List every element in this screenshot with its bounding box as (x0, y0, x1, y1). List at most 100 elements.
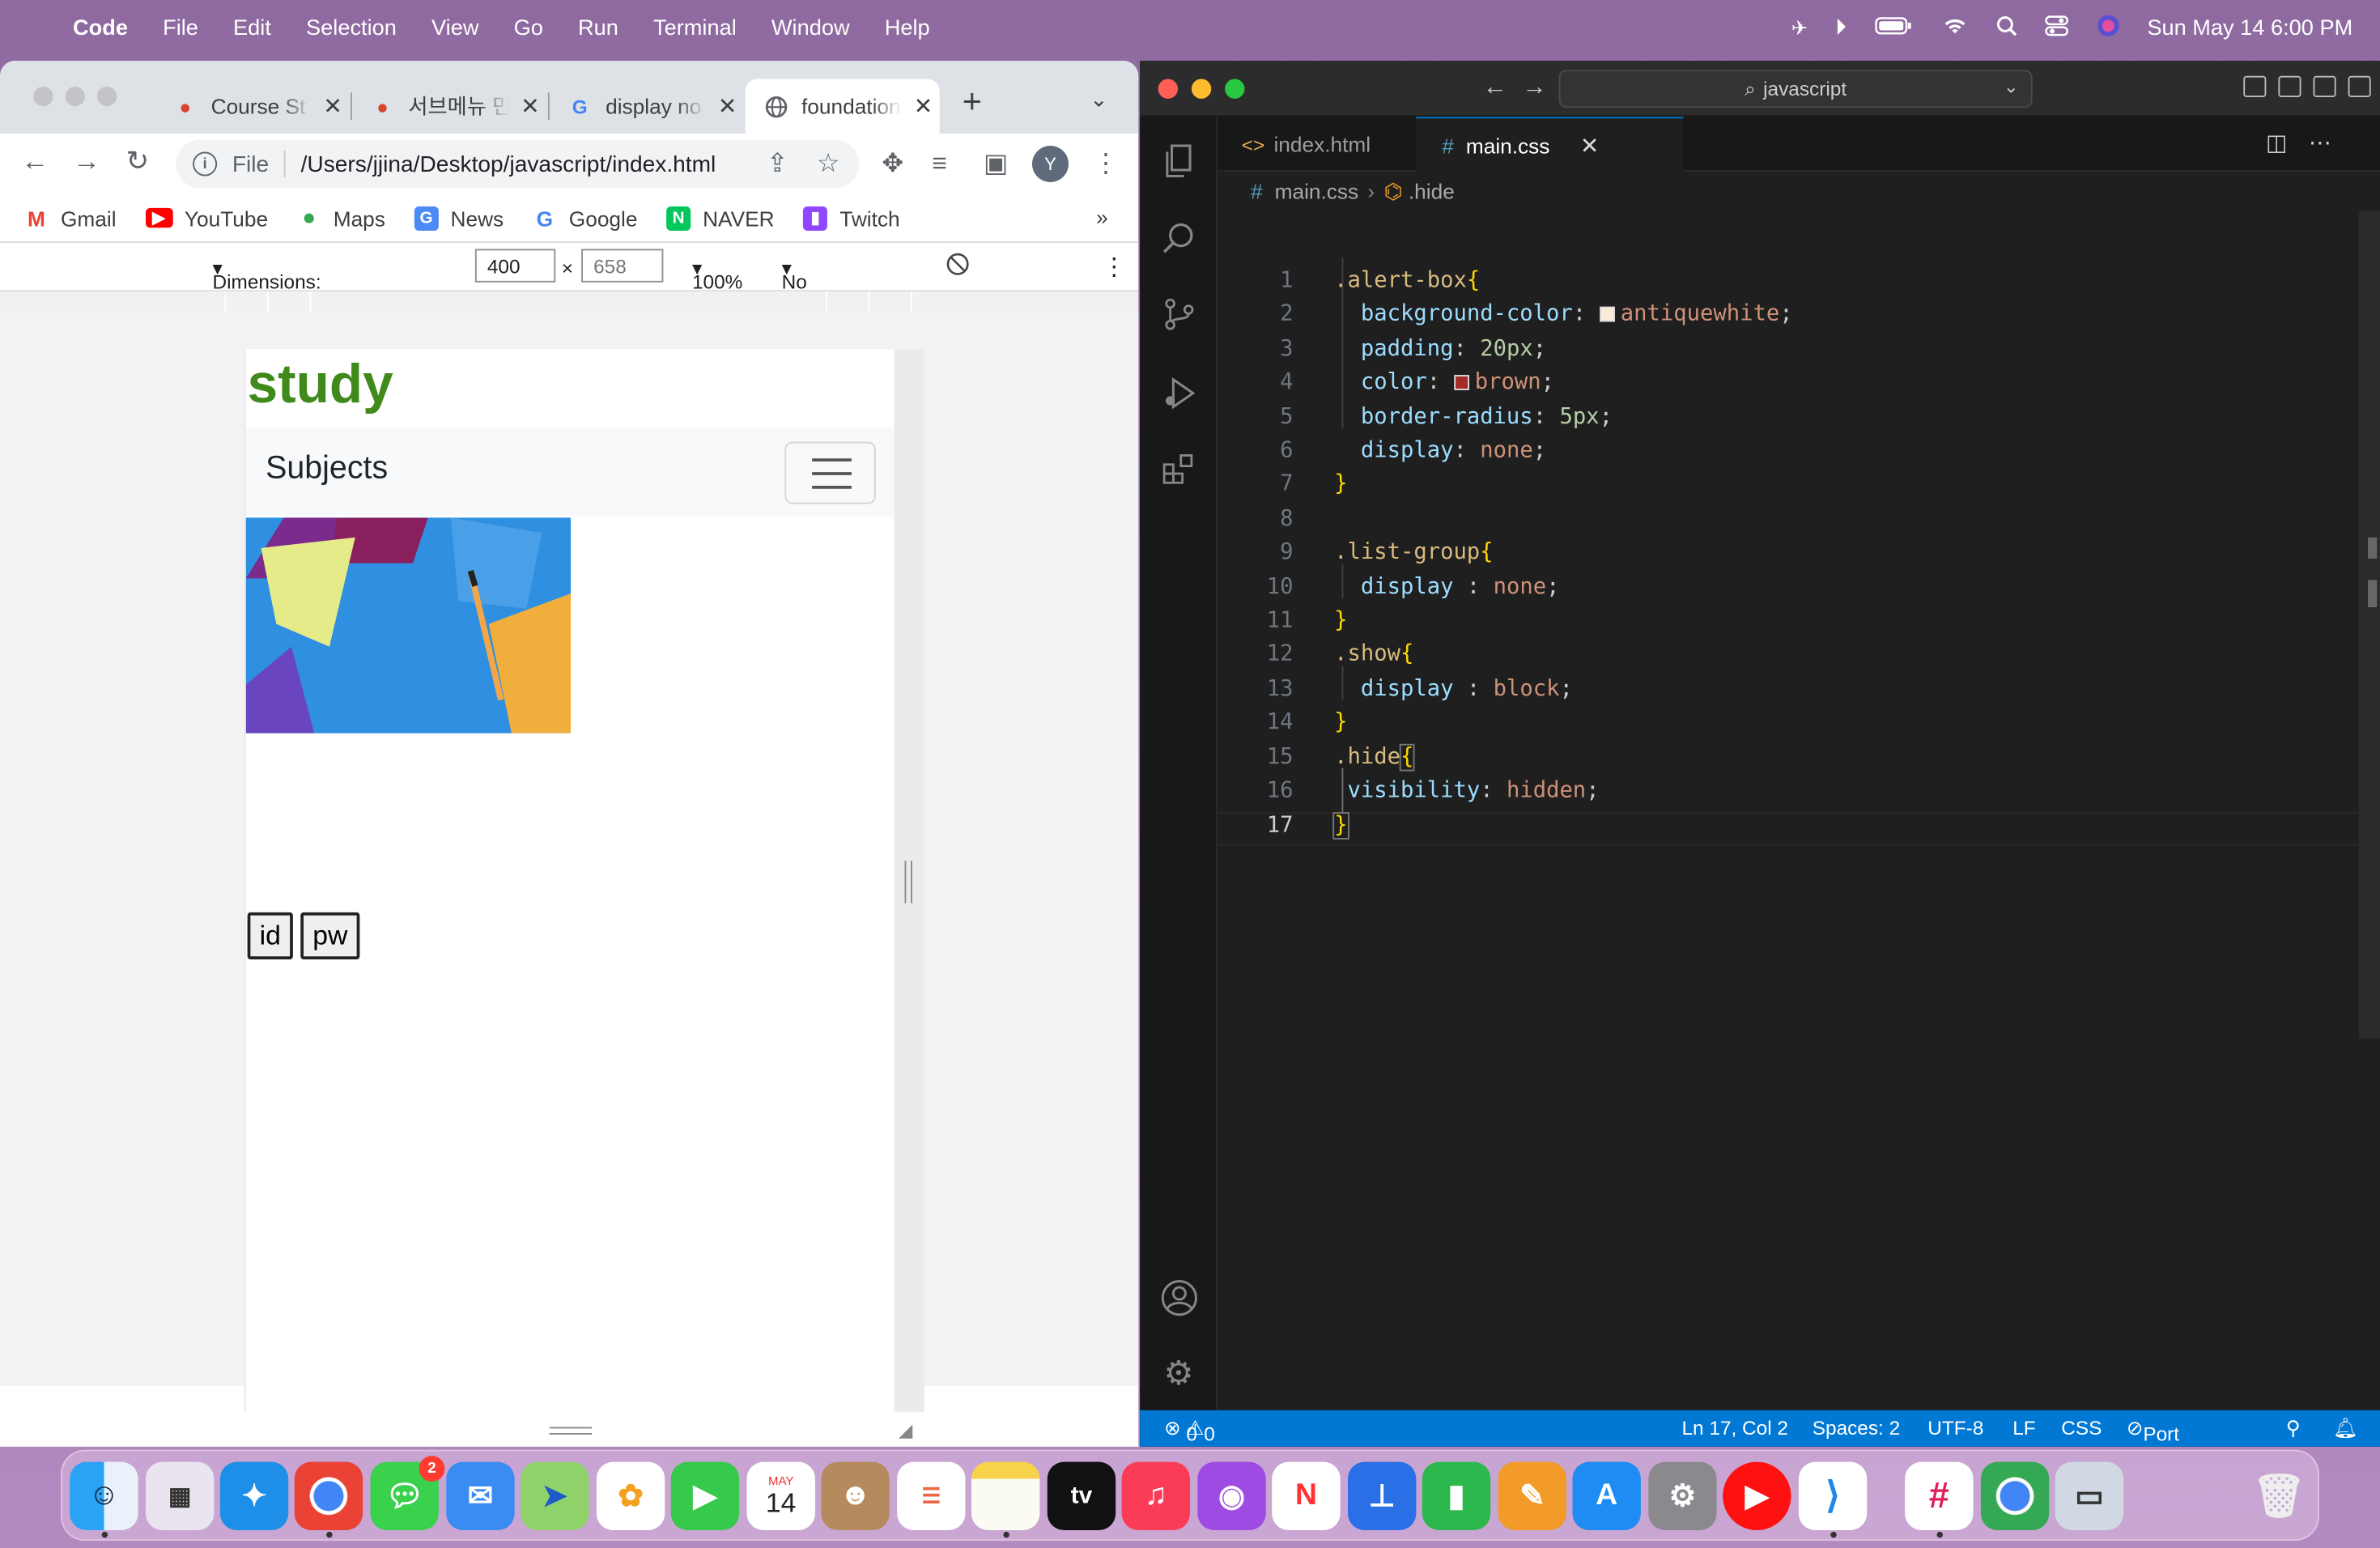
address-bar[interactable]: i File /Users/jjina/Desktop/javascript/i… (176, 139, 860, 189)
tab-index-html[interactable]: <> index.html (1218, 117, 1417, 172)
pages-icon[interactable]: ✎ (1498, 1461, 1566, 1530)
tab-foundation[interactable]: foundation ✕ (745, 79, 940, 134)
cursor-position[interactable]: Ln 17, Col 2 (1682, 1416, 1788, 1439)
control-center-icon[interactable] (2044, 15, 2068, 42)
battery-icon[interactable] (1874, 15, 1914, 42)
side-panel-icon[interactable]: ▣ (984, 149, 1008, 180)
calendar-icon[interactable]: MAY 14 (746, 1461, 815, 1530)
more-bookmarks-icon[interactable]: » (1096, 205, 1108, 229)
zoom-window-button[interactable] (97, 86, 117, 107)
preview-icon[interactable]: ▭ (2055, 1461, 2124, 1530)
close-window-button[interactable] (1158, 79, 1178, 99)
numbers-icon[interactable]: ▮ (1422, 1461, 1491, 1530)
notifications-bell-icon[interactable]: 🔔︎ (2333, 1416, 2358, 1440)
indentation-status[interactable]: Spaces: 2 (1813, 1416, 1900, 1439)
color-swatch-brown[interactable] (1453, 375, 1469, 390)
chrome-menu-icon[interactable]: ⋮ (1093, 149, 1119, 180)
url-text[interactable]: /Users/jjina/Desktop/javascript/index.ht… (301, 151, 716, 177)
menu-help[interactable]: Help (885, 16, 930, 40)
news-icon[interactable]: N (1272, 1461, 1341, 1530)
mail-icon[interactable]: ✉ (446, 1461, 515, 1530)
pw-button[interactable]: pw (300, 912, 360, 959)
podcasts-icon[interactable]: ◉ (1197, 1461, 1266, 1530)
toggle-panel-icon[interactable] (2278, 75, 2301, 97)
spotlight-search-icon[interactable] (1995, 15, 2017, 42)
menu-selection[interactable]: Selection (306, 16, 397, 40)
app-store-icon[interactable]: A (1572, 1461, 1641, 1530)
command-center-search[interactable]: ⌕ javascript ⌄ (1558, 70, 2033, 108)
id-button[interactable]: id (247, 912, 293, 959)
language-mode[interactable]: CSS (2061, 1416, 2102, 1439)
editor-actions[interactable]: ◫⋯ (2266, 129, 2352, 156)
minimize-window-button[interactable] (1191, 79, 1212, 99)
close-tab-icon[interactable]: ✕ (914, 92, 933, 120)
problems-status[interactable]: ⊗ 0 ⚠ 0 (1164, 1416, 1215, 1445)
safari-icon[interactable]: ✦ (219, 1461, 289, 1530)
close-tab-icon[interactable]: ✕ (718, 92, 737, 120)
menu-go[interactable]: Go (514, 16, 543, 40)
viewport-height-input[interactable]: 658 (581, 249, 664, 283)
bookmark-news[interactable]: G News (414, 206, 504, 231)
throttling-dropdown[interactable]: No throttling ▾ (782, 257, 858, 316)
play-status-icon[interactable]: ⏵ (1835, 15, 1847, 41)
encoding-status[interactable]: UTF-8 (1927, 1416, 1983, 1439)
bookmark-youtube[interactable]: ▶ YouTube (145, 206, 268, 230)
reload-button[interactable]: ↻ (126, 146, 149, 177)
tab-search-chevron-icon[interactable]: ⌄ (1090, 87, 1107, 113)
navbar-brand[interactable]: Subjects (266, 451, 388, 487)
photos-icon[interactable]: ✿ (596, 1461, 665, 1530)
extensions-icon[interactable]: ✥ (882, 149, 903, 180)
eol-status[interactable]: LF (2012, 1416, 2035, 1439)
finder-icon[interactable]: ☺ (70, 1461, 138, 1530)
profile-avatar[interactable]: Y (1032, 146, 1069, 182)
close-tab-icon[interactable]: ✕ (521, 92, 540, 120)
messages-icon[interactable]: 💬︎ 2 (370, 1456, 445, 1530)
rotate-icon[interactable] (946, 252, 970, 281)
menu-file[interactable]: File (163, 16, 198, 40)
bookmark-twitch[interactable]: ▮ Twitch (803, 206, 900, 231)
menu-terminal[interactable]: Terminal (653, 16, 737, 40)
slack-icon[interactable]: # (1905, 1461, 1974, 1530)
airdrop-status-icon[interactable]: ✈︎ (1791, 16, 1808, 40)
dimensions-dropdown[interactable]: Dimensions: Responsive ▾ (213, 257, 321, 316)
notes-icon[interactable] (971, 1461, 1040, 1530)
bookmark-maps[interactable]: ● Maps (297, 205, 385, 231)
breadcrumb-symbol[interactable]: .hide (1409, 179, 1455, 203)
launchpad-icon[interactable]: ▦ (146, 1461, 215, 1530)
back-button[interactable]: ← (21, 146, 49, 177)
media-controls-icon[interactable]: ≡ (932, 149, 947, 180)
site-info-icon[interactable]: i (193, 151, 218, 176)
siri-icon[interactable] (2096, 13, 2120, 44)
tab-main-css[interactable]: # main.css ✕ (1416, 117, 1684, 172)
explorer-icon[interactable] (1158, 140, 1200, 181)
trash-icon[interactable]: 🗑︎ (2245, 1462, 2313, 1530)
toggle-secondary-sidebar-icon[interactable] (2313, 75, 2336, 97)
keynote-icon[interactable]: ⊥ (1348, 1461, 1417, 1530)
music-icon[interactable]: ♫ (1121, 1461, 1190, 1530)
minimize-window-button[interactable] (65, 86, 85, 107)
zoom-window-button[interactable] (1225, 79, 1245, 99)
menu-run[interactable]: Run (578, 16, 618, 40)
bookmark-naver[interactable]: N NAVER (666, 206, 775, 231)
forward-button[interactable]: → (73, 146, 100, 177)
wifi-icon[interactable] (1940, 15, 1968, 42)
code-editor[interactable]: 1 .alert-box{ 2 background-color: antique… (1217, 211, 2380, 1410)
extensions-icon[interactable] (1158, 448, 1200, 489)
close-window-button[interactable] (33, 86, 53, 107)
history-navigation-icon[interactable]: ←→ (1483, 74, 1562, 102)
device-toolbar-menu-icon[interactable]: ⋮ (1102, 252, 1126, 283)
close-tab-icon[interactable]: ✕ (1580, 131, 1600, 159)
breadcrumb-file[interactable]: main.css (1275, 179, 1359, 203)
customize-layout-icon[interactable] (2348, 75, 2371, 97)
editor-scrollbar[interactable] (2358, 211, 2380, 1039)
bookmark-star-icon[interactable]: ☆ (817, 149, 840, 180)
menu-view[interactable]: View (431, 16, 478, 40)
bookmark-google[interactable]: G Google (533, 206, 638, 230)
reminders-icon[interactable]: ☰ (897, 1461, 966, 1530)
menu-window[interactable]: Window (771, 16, 850, 40)
viewport-width-input[interactable]: 400 (474, 249, 556, 283)
menu-app-name[interactable]: Code (73, 16, 128, 40)
viewport-resize-handle-bottom[interactable] (549, 1427, 593, 1435)
tab-submenu[interactable]: ● 서브메뉴 만 ✕ (352, 79, 546, 134)
live-share-icon[interactable]: ⚲ (2286, 1416, 2301, 1440)
